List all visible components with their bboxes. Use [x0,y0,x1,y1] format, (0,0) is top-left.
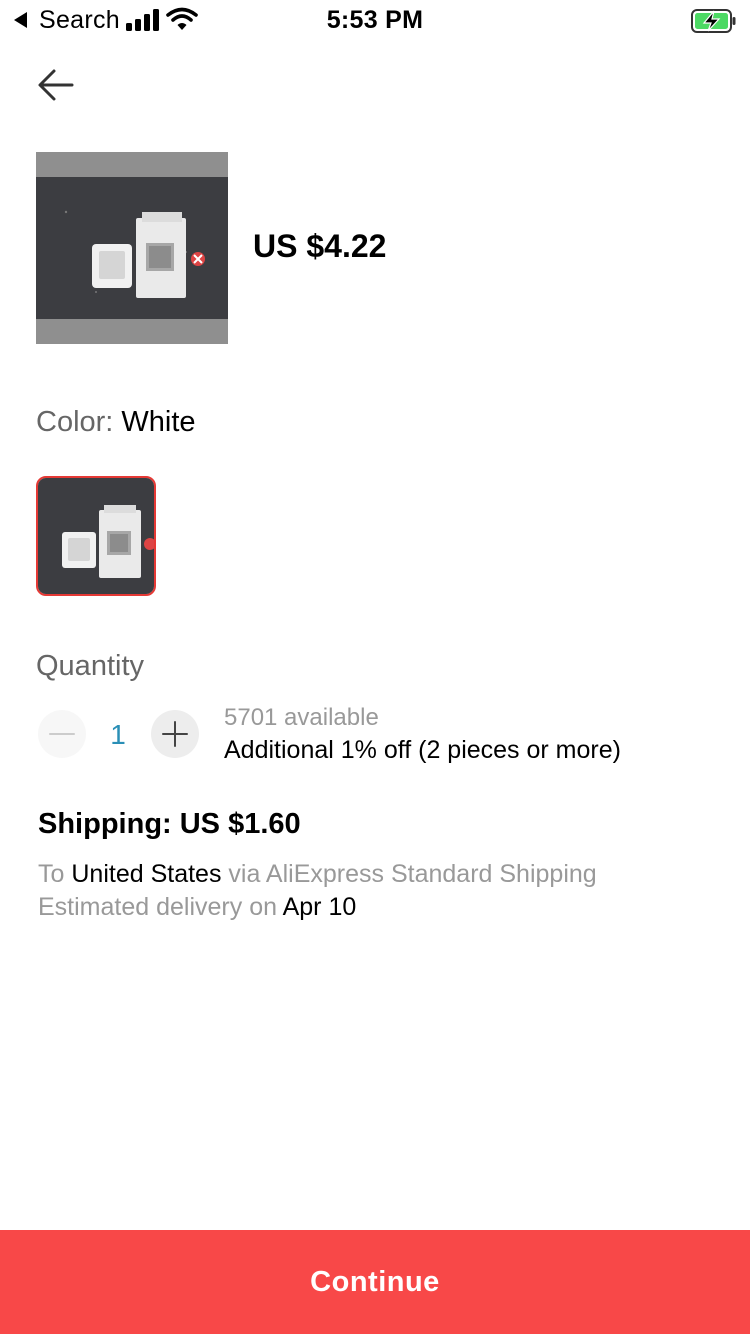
continue-button[interactable]: Continue [0,1230,750,1334]
quantity-label: Quantity [36,650,144,682]
color-label: Color: [36,406,114,438]
quantity-available: 5701 available [224,704,379,731]
product-thumbnail [36,152,228,344]
color-swatch-white[interactable] [36,476,156,596]
shipping-delivery-line: Estimated delivery on Apr 10 [38,893,356,922]
color-value: White [121,406,196,438]
arrow-left-icon [38,69,74,101]
quantity-discount: Additional 1% off (2 pieces or more) [224,736,621,764]
quantity-decrease-button[interactable] [38,710,86,758]
shipping-destination[interactable]: United States [71,860,221,888]
color-row: Color: White [36,406,196,439]
status-bar: Search 5:53 PM [0,0,750,40]
delivery-date: Apr 10 [282,893,357,921]
shipping-to-prefix: To [38,860,65,888]
shipping-title: Shipping: US $1.60 [38,808,301,840]
delivery-prefix: Estimated delivery on [38,893,278,921]
status-time: 5:53 PM [326,6,424,34]
shipping-destination-line[interactable]: To United States via AliExpress Standard… [38,860,597,889]
minus-icon [49,733,75,735]
quantity-value[interactable]: 1 [98,719,138,751]
back-button[interactable] [34,62,80,108]
product-price: US $4.22 [253,228,387,264]
quantity-increase-button[interactable] [151,710,199,758]
sku-selection-page: Search 5:53 PM US $4.22 Color: White Qua… [0,0,750,1334]
plus-icon [162,721,188,747]
battery-charging-icon [691,9,736,33]
shipping-method: via AliExpress Standard Shipping [228,860,597,888]
